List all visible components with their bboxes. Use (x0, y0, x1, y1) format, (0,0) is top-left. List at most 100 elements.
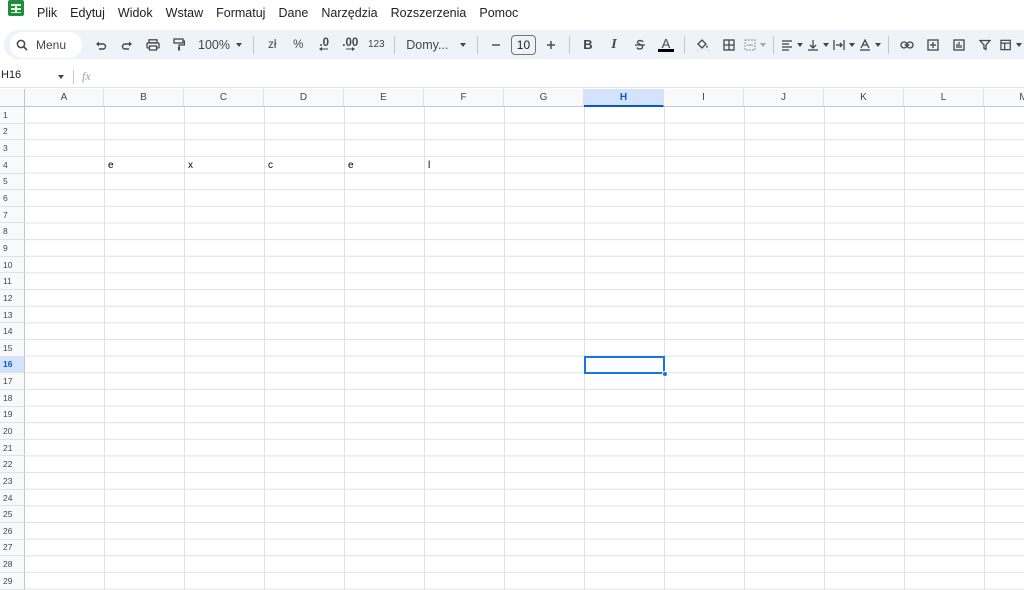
row-header-2[interactable]: 2 (0, 123, 25, 141)
row-header-27[interactable]: 27 (0, 539, 25, 557)
cell-c4[interactable]: x (185, 157, 265, 174)
italic-button[interactable]: I (603, 33, 625, 57)
menu-extensions[interactable]: Rozszerzenia (391, 6, 467, 20)
cell-area[interactable]: excel (25, 107, 1024, 590)
row-header-19[interactable]: 19 (0, 406, 25, 424)
row-header-21[interactable]: 21 (0, 439, 25, 457)
column-header-f[interactable]: F (424, 89, 504, 107)
vertical-align-button[interactable] (807, 33, 829, 57)
horizontal-align-button[interactable] (781, 33, 803, 57)
zoom-select[interactable]: 100% (194, 33, 246, 57)
menu-view[interactable]: Widok (118, 6, 153, 20)
row-header-5[interactable]: 5 (0, 173, 25, 191)
row-header-18[interactable]: 18 (0, 389, 25, 407)
merge-icon (744, 38, 756, 51)
paint-format-button[interactable] (168, 33, 190, 57)
fx-icon: fx (82, 69, 91, 83)
percent-format-button[interactable]: % (287, 33, 309, 57)
formula-input[interactable] (100, 69, 1000, 85)
font-select[interactable]: Domy... (402, 33, 470, 57)
menu-data[interactable]: Dane (278, 6, 308, 20)
row-header-24[interactable]: 24 (0, 489, 25, 507)
text-color-button[interactable]: A (655, 33, 677, 57)
name-box[interactable]: H16 (0, 69, 68, 85)
row-header-20[interactable]: 20 (0, 423, 25, 440)
insert-comment-button[interactable] (922, 33, 944, 57)
menu-file[interactable]: Plik (37, 6, 57, 20)
sheets-logo-icon[interactable] (8, 0, 24, 16)
increase-decimal-label: .00 (342, 36, 359, 49)
row-header-1[interactable]: 1 (0, 107, 25, 124)
row-header-14[interactable]: 14 (0, 323, 25, 340)
row-header-13[interactable]: 13 (0, 306, 25, 324)
insert-chart-button[interactable] (948, 33, 970, 57)
filter-views-button[interactable] (1000, 33, 1023, 57)
row-header-12[interactable]: 12 (0, 290, 25, 307)
chevron-down-icon (796, 42, 803, 47)
menu-insert[interactable]: Wstaw (166, 6, 204, 20)
text-rotation-button[interactable] (859, 33, 881, 57)
row-header-22[interactable]: 22 (0, 456, 25, 474)
bold-button[interactable]: B (577, 33, 599, 57)
toolbar: Menu 100% zł % .0 .00 123 Domy... 10 B I (4, 30, 1024, 59)
row-header-23[interactable]: 23 (0, 473, 25, 490)
print-button[interactable] (142, 33, 164, 57)
number-format-button[interactable]: 123 (365, 33, 387, 57)
row-header-6[interactable]: 6 (0, 190, 25, 207)
row-header-15[interactable]: 15 (0, 339, 25, 357)
row-header-28[interactable]: 28 (0, 556, 25, 573)
row-header-11[interactable]: 11 (0, 273, 25, 291)
cell-f4[interactable]: l (425, 157, 505, 174)
row-header-26[interactable]: 26 (0, 523, 25, 540)
row-header-7[interactable]: 7 (0, 206, 25, 224)
column-header-m[interactable]: M (984, 89, 1024, 107)
row-header-8[interactable]: 8 (0, 223, 25, 241)
strikethrough-button[interactable] (629, 33, 651, 57)
column-header-a[interactable]: A (25, 89, 104, 107)
increase-decimal-button[interactable]: .00 (339, 33, 361, 57)
column-header-c[interactable]: C (184, 89, 264, 107)
row-header-17[interactable]: 17 (0, 373, 25, 390)
currency-format-button[interactable]: zł (261, 33, 283, 57)
font-size-input[interactable]: 10 (510, 34, 537, 55)
insert-link-button[interactable] (896, 33, 918, 57)
column-header-l[interactable]: L (904, 89, 984, 107)
cell-d4[interactable]: c (265, 157, 345, 174)
menu-tools[interactable]: Narzędzia (321, 6, 377, 20)
column-header-j[interactable]: J (744, 89, 824, 107)
decrease-decimal-button[interactable]: .0 (313, 33, 335, 57)
cell-b4[interactable]: e (105, 157, 185, 174)
column-header-g[interactable]: G (504, 89, 584, 107)
chevron-down-icon (848, 42, 855, 47)
column-header-i[interactable]: I (664, 89, 744, 107)
redo-button[interactable] (116, 33, 138, 57)
row-header-10[interactable]: 10 (0, 256, 25, 274)
merge-cells-button[interactable] (744, 33, 766, 57)
text-wrap-button[interactable] (833, 33, 855, 57)
menu-format[interactable]: Formatuj (216, 6, 265, 20)
borders-button[interactable] (718, 33, 740, 57)
menu-items: Plik Edytuj Widok Wstaw Formatuj Dane Na… (37, 6, 531, 20)
select-all-corner[interactable] (0, 89, 25, 107)
column-header-b[interactable]: B (104, 89, 184, 107)
menu-search-button[interactable]: Menu (10, 31, 83, 58)
filter-button[interactable] (974, 33, 996, 57)
row-header-29[interactable]: 29 (0, 572, 25, 590)
column-header-e[interactable]: E (344, 89, 424, 107)
menu-help[interactable]: Pomoc (479, 6, 518, 20)
fill-color-button[interactable] (692, 33, 714, 57)
column-header-k[interactable]: K (824, 89, 904, 107)
fill-handle[interactable] (662, 371, 668, 377)
font-size-increase-button[interactable] (540, 33, 562, 57)
row-header-3[interactable]: 3 (0, 140, 25, 157)
undo-button[interactable] (90, 33, 112, 57)
column-header-h[interactable]: H (584, 89, 664, 107)
font-size-decrease-button[interactable] (485, 33, 507, 57)
cell-e4[interactable]: e (345, 157, 425, 174)
column-header-d[interactable]: D (264, 89, 344, 107)
row-header-16[interactable]: 16 (0, 356, 25, 374)
row-header-25[interactable]: 25 (0, 506, 25, 524)
menu-edit[interactable]: Edytuj (70, 6, 105, 20)
row-header-4[interactable]: 4 (0, 156, 25, 174)
row-header-9[interactable]: 9 (0, 240, 25, 257)
